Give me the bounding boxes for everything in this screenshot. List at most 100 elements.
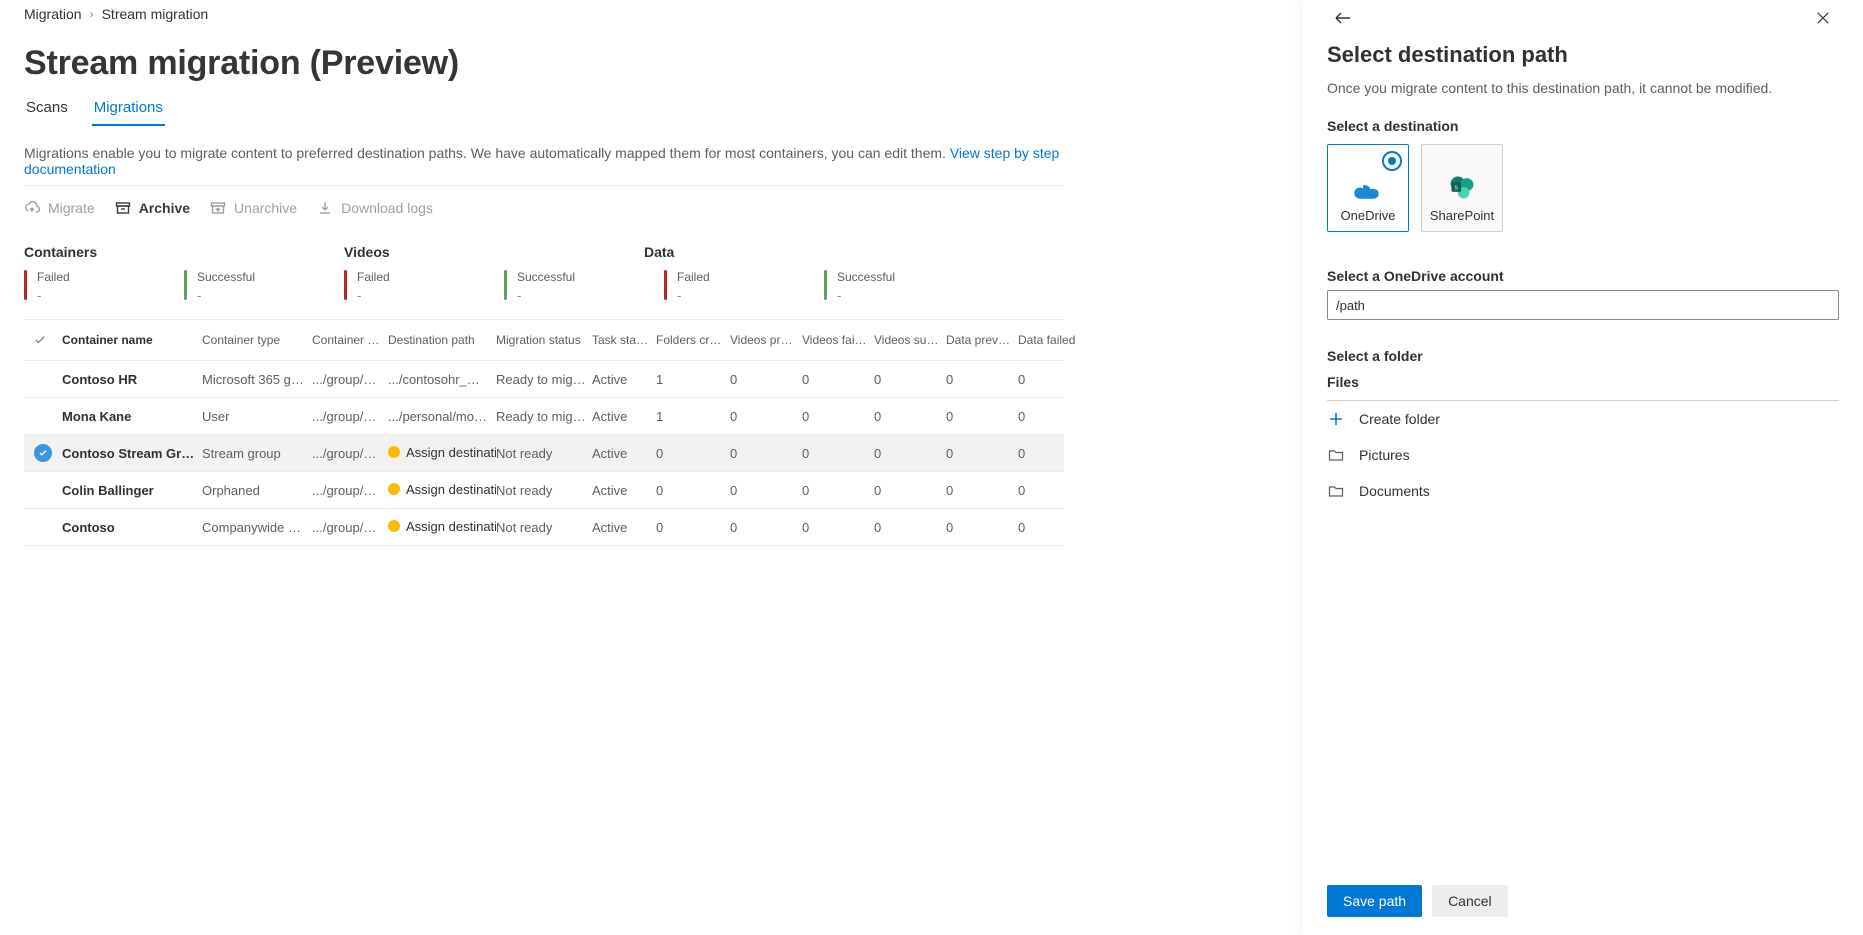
stat-videos-failed: Failed - [344, 270, 504, 303]
bar-red-icon [664, 270, 667, 300]
cell-videos-succ: 0 [874, 372, 946, 387]
table-row[interactable]: Contoso Stream GroupStream group.../grou… [24, 435, 1064, 472]
col-data-failed[interactable]: Data failed [1018, 333, 1090, 347]
tab-scans[interactable]: Scans [24, 91, 70, 126]
cell-data-failed: 0 [1018, 409, 1090, 424]
onedrive-account-input[interactable] [1327, 290, 1839, 320]
checkmark-icon [34, 518, 52, 536]
table-row[interactable]: Colin BallingerOrphaned.../group/ed53...… [24, 472, 1064, 509]
cell-container-path: .../group/ed53... [312, 520, 388, 535]
cell-folders-created: 1 [656, 372, 730, 387]
stat-containers-successful: Successful - [184, 270, 344, 303]
destination-sharepoint-card[interactable]: S SharePoint [1421, 144, 1503, 232]
col-videos-failed[interactable]: Videos failed [802, 333, 874, 347]
stat-label: Failed [357, 270, 390, 284]
assign-destination-link[interactable]: Assign destination [406, 482, 496, 497]
cell-data-failed: 0 [1018, 372, 1090, 387]
row-checkbox[interactable] [24, 407, 62, 425]
check-header-icon[interactable] [24, 333, 62, 347]
table-row[interactable]: ContosoCompanywide channel.../group/ed53… [24, 509, 1064, 546]
panel-footer: Save path Cancel [1303, 869, 1863, 935]
description: Migrations enable you to migrate content… [24, 145, 1064, 177]
cell-data-prev: 0 [946, 446, 1018, 461]
checkmark-icon [34, 407, 52, 425]
archive-button[interactable]: Archive [115, 200, 190, 216]
cell-container-type: Companywide channel [202, 520, 312, 535]
breadcrumb-link-migration[interactable]: Migration [24, 6, 82, 22]
migrations-table: Container name Container type Container … [24, 319, 1064, 546]
col-destination-path[interactable]: Destination path [388, 333, 496, 347]
destination-onedrive-card[interactable]: OneDrive [1327, 144, 1409, 232]
cell-destination-path[interactable]: Assign destination [388, 445, 496, 462]
cell-videos-prev: 0 [730, 409, 802, 424]
row-checkbox[interactable] [24, 370, 62, 388]
sharepoint-label: SharePoint [1430, 208, 1494, 223]
table-row[interactable]: Contoso HRMicrosoft 365 group.../group/e… [24, 361, 1064, 398]
col-folders-created[interactable]: Folders created [656, 333, 730, 347]
table-header: Container name Container type Container … [24, 320, 1064, 361]
cell-destination-path[interactable]: Assign destination [388, 482, 496, 499]
cell-videos-failed: 0 [802, 372, 874, 387]
cancel-button[interactable]: Cancel [1432, 885, 1508, 917]
col-migration-status[interactable]: Migration status [496, 333, 592, 347]
radio-selected-icon [1382, 151, 1402, 171]
cell-data-prev: 0 [946, 520, 1018, 535]
cell-container-name: Contoso HR [62, 372, 202, 387]
cell-videos-succ: 0 [874, 409, 946, 424]
cell-videos-succ: 0 [874, 520, 946, 535]
tabs: Scans Migrations [24, 91, 1064, 127]
unarchive-button[interactable]: Unarchive [210, 200, 297, 216]
cell-task-status: Active [592, 409, 656, 424]
cell-data-prev: 0 [946, 409, 1018, 424]
col-videos-prev[interactable]: Videos prev... [730, 333, 802, 347]
cell-container-name: Mona Kane [62, 409, 202, 424]
folder-documents[interactable]: Documents [1327, 473, 1839, 509]
tab-migrations[interactable]: Migrations [92, 91, 165, 126]
toolbar: Migrate Archive Unarchive Download logs [24, 200, 1064, 216]
migrate-button[interactable]: Migrate [24, 200, 95, 216]
create-folder-item[interactable]: Create folder [1327, 401, 1839, 437]
col-container-type[interactable]: Container type [202, 333, 312, 347]
plus-icon [1327, 410, 1345, 428]
cell-videos-failed: 0 [802, 409, 874, 424]
checkmark-icon [34, 370, 52, 388]
download-logs-button[interactable]: Download logs [317, 200, 433, 216]
back-button[interactable] [1327, 2, 1359, 34]
col-container-name[interactable]: Container name [62, 333, 202, 347]
warning-dot-icon [388, 483, 400, 495]
row-checkbox[interactable] [24, 518, 62, 536]
cell-container-type: Orphaned [202, 483, 312, 498]
cell-container-type: Stream group [202, 446, 312, 461]
sharepoint-icon: S [1449, 174, 1475, 200]
close-button[interactable] [1807, 2, 1839, 34]
bar-green-icon [184, 270, 187, 300]
col-videos-succ[interactable]: Videos succ... [874, 333, 946, 347]
stat-label: Failed [37, 270, 70, 284]
row-checkbox[interactable] [24, 444, 62, 462]
col-data-previo[interactable]: Data previo... [946, 333, 1018, 347]
cell-folders-created: 0 [656, 520, 730, 535]
stat-label: Successful [837, 270, 895, 284]
col-task-status[interactable]: Task status [592, 333, 656, 347]
svg-text:S: S [1455, 184, 1459, 191]
folder-pictures[interactable]: Pictures [1327, 437, 1839, 473]
cell-container-path: .../group/ed53... [312, 409, 388, 424]
col-container-path[interactable]: Container path [312, 333, 388, 347]
cell-videos-prev: 0 [730, 520, 802, 535]
page-title: Stream migration (Preview) [24, 44, 1064, 83]
row-checkbox[interactable] [24, 481, 62, 499]
panel-description: Once you migrate content to this destina… [1327, 80, 1839, 96]
table-row[interactable]: Mona KaneUser.../group/ed53....../person… [24, 398, 1064, 435]
cell-migration-status: Not ready [496, 446, 592, 461]
bar-green-icon [504, 270, 507, 300]
warning-dot-icon [388, 446, 400, 458]
assign-destination-link[interactable]: Assign destination [406, 445, 496, 460]
cell-migration-status: Ready to migrate [496, 409, 592, 424]
assign-destination-link[interactable]: Assign destination [406, 519, 496, 534]
files-heading: Files [1327, 374, 1839, 390]
cell-destination-path[interactable]: Assign destination [388, 519, 496, 536]
onedrive-label: OneDrive [1341, 208, 1396, 223]
archive-label: Archive [139, 200, 190, 216]
save-path-button[interactable]: Save path [1327, 885, 1422, 917]
stat-value: - [357, 288, 390, 303]
